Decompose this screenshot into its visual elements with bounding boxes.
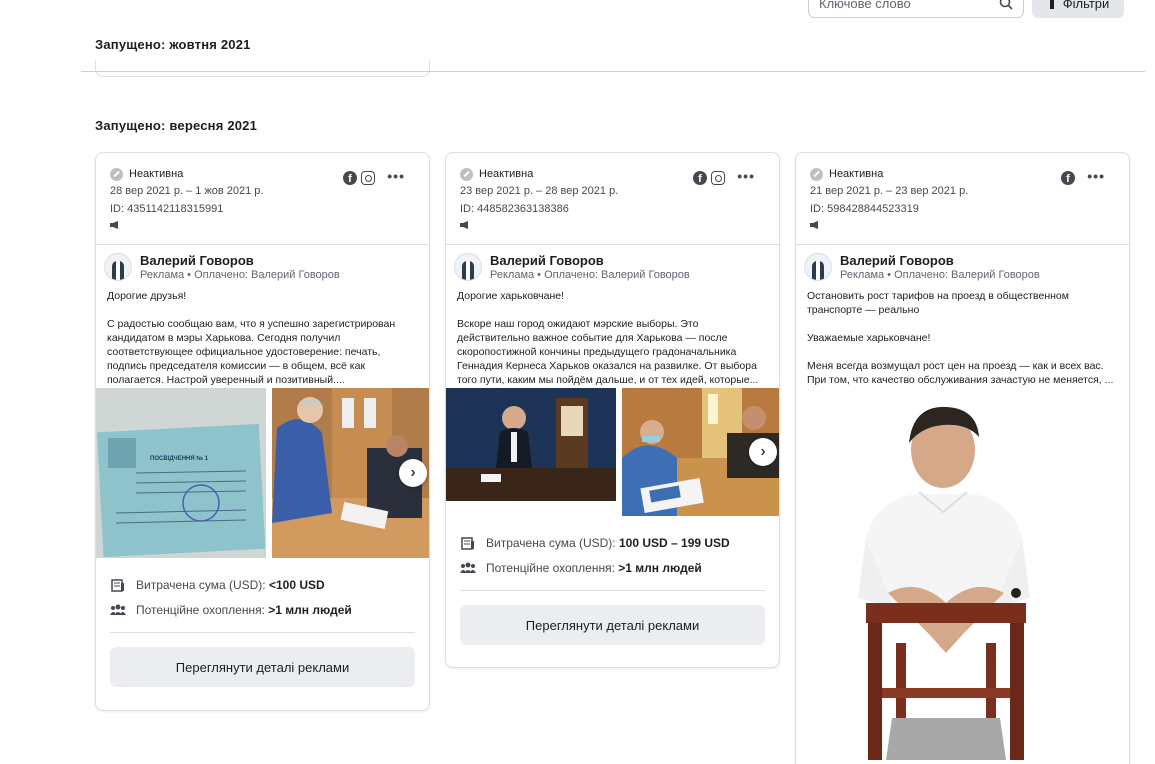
people-icon xyxy=(110,604,126,615)
ad-text-paragraph: Вскоре наш город ожидают мэрские выборы.… xyxy=(457,318,759,386)
search-icon xyxy=(999,0,1013,10)
people-icon xyxy=(460,562,476,573)
advertiser-row: Валерий Говоров Реклама • Оплачено: Вале… xyxy=(96,245,429,285)
sponsor-line: Реклама • Оплачено: Валерий Говоров xyxy=(140,269,340,281)
platform-icons: f xyxy=(693,171,725,185)
more-options-icon[interactable]: ••• xyxy=(737,169,755,183)
ad-text-paragraph: Уважаемые харьковчане! xyxy=(807,332,931,344)
ad-text-paragraph: Остановить рост тарифов на проезд в обще… xyxy=(807,290,1069,316)
reach-row: Потенційне охоплення: >1 млн людей xyxy=(460,555,765,580)
advertiser-name[interactable]: Валерий Говоров xyxy=(140,253,340,268)
ad-stats: Витрачена сума (USD): 100 USD – 199 USD … xyxy=(446,516,779,645)
section-title-september: Запущено: вересня 2021 xyxy=(95,118,258,133)
filters-button[interactable]: Фільтри xyxy=(1032,0,1124,18)
certificate-photo[interactable]: ПОСВІДЧЕННЯ № 1 xyxy=(96,388,266,558)
ad-card: Неактивна 21 вер 2021 р. – 23 вер 2021 р… xyxy=(795,152,1130,764)
advertiser-name[interactable]: Валерий Говоров xyxy=(840,253,1040,268)
ad-text-paragraph: С радостью сообщаю вам, что я успешно за… xyxy=(107,318,396,386)
run-dates: 28 вер 2021 р. – 1 жов 2021 р. xyxy=(110,185,264,197)
divider xyxy=(460,590,765,591)
section-title-october: Запущено: жовтня 2021 xyxy=(95,37,251,52)
filter-icon xyxy=(1049,0,1054,9)
platform-icons: f xyxy=(343,171,375,185)
megaphone-icon xyxy=(110,221,118,229)
view-ad-details-button[interactable]: Переглянути деталі реклами xyxy=(110,647,415,687)
reach-row: Потенційне охоплення: >1 млн людей xyxy=(110,597,415,622)
view-ad-details-button[interactable]: Переглянути деталі реклами xyxy=(460,605,765,645)
sponsor-line: Реклама • Оплачено: Валерий Говоров xyxy=(840,269,1040,281)
ad-card: Неактивна 23 вер 2021 р. – 28 вер 2021 р… xyxy=(445,152,780,668)
inactive-icon xyxy=(460,167,473,181)
ad-body-text: Дорогие харьковчане! Вскоре наш город ож… xyxy=(446,285,779,388)
ad-text-paragraph: Дорогие харьковчане! xyxy=(457,290,565,302)
run-dates: 23 вер 2021 р. – 28 вер 2021 р. xyxy=(460,185,619,197)
more-options-icon[interactable]: ••• xyxy=(1087,169,1105,183)
portrait-illustration xyxy=(796,388,1129,760)
card-header: Неактивна 21 вер 2021 р. – 23 вер 2021 р… xyxy=(796,153,1129,245)
top-toolbar: Ключове слово Фільтри xyxy=(808,0,1124,18)
avatar[interactable] xyxy=(454,253,482,281)
certificate-heading: ПОСВІДЧЕННЯ № 1 xyxy=(150,455,209,462)
ad-id: ID: 598428844523319 xyxy=(810,203,919,215)
ad-card: Неактивна 28 вер 2021 р. – 1 жов 2021 р.… xyxy=(95,152,430,711)
spend-row: Витрачена сума (USD): <100 USD xyxy=(110,572,415,597)
reach-label: Потенційне охоплення: xyxy=(486,560,615,575)
spend-icon xyxy=(111,578,124,592)
status-label: Неактивна xyxy=(829,168,884,180)
more-options-icon[interactable]: ••• xyxy=(387,169,405,183)
carousel-next-button[interactable]: › xyxy=(399,459,427,487)
search-placeholder: Ключове слово xyxy=(819,0,911,11)
status-label: Неактивна xyxy=(129,168,184,180)
avatar[interactable] xyxy=(104,253,132,281)
ad-text-paragraph: Дорогие друзья! xyxy=(107,290,187,302)
advertiser-name[interactable]: Валерий Говоров xyxy=(490,253,690,268)
card-header: Неактивна 23 вер 2021 р. – 28 вер 2021 р… xyxy=(446,153,779,245)
spend-row: Витрачена сума (USD): 100 USD – 199 USD xyxy=(460,530,765,555)
carousel-next-button[interactable]: › xyxy=(749,438,777,466)
facebook-icon: f xyxy=(693,171,707,185)
spend-icon xyxy=(461,536,474,550)
status-label: Неактивна xyxy=(479,168,534,180)
reach-value: >1 млн людей xyxy=(618,560,702,575)
avatar[interactable] xyxy=(804,253,832,281)
ad-text-paragraph: Меня всегда возмущал рост цен на проезд … xyxy=(807,360,1114,386)
divider xyxy=(110,632,415,633)
spend-label: Витрачена сума (USD): xyxy=(136,577,266,592)
filters-label: Фільтри xyxy=(1062,0,1110,11)
instagram-icon xyxy=(711,171,725,185)
search-input[interactable]: Ключове слово xyxy=(808,0,1024,18)
sponsor-line: Реклама • Оплачено: Валерий Говоров xyxy=(490,269,690,281)
inactive-icon xyxy=(810,167,823,181)
ad-id: ID: 4351142118315991 xyxy=(110,203,224,215)
spend-value: <100 USD xyxy=(268,577,325,592)
reach-label: Потенційне охоплення: xyxy=(136,602,265,617)
spend-value: 100 USD – 199 USD xyxy=(618,535,730,550)
previous-card-edge xyxy=(95,60,430,77)
reach-value: >1 млн людей xyxy=(268,602,352,617)
section-divider xyxy=(81,71,1145,72)
ad-body-text: Дорогие друзья! С радостью сообщаю вам, … xyxy=(96,285,429,388)
run-dates: 21 вер 2021 р. – 23 вер 2021 р. xyxy=(810,185,969,197)
card-header: Неактивна 28 вер 2021 р. – 1 жов 2021 р.… xyxy=(96,153,429,245)
image-carousel: ПОСВІДЧЕННЯ № 1 › xyxy=(96,388,429,558)
ad-stats: Витрачена сума (USD): <100 USD Потенційн… xyxy=(96,558,429,687)
megaphone-icon xyxy=(810,221,818,229)
facebook-icon: f xyxy=(343,171,357,185)
image-carousel: › xyxy=(446,388,779,516)
facebook-icon: f xyxy=(1061,171,1075,185)
ad-body-text: Остановить рост тарифов на проезд в обще… xyxy=(796,285,1129,388)
office-desk-photo[interactable] xyxy=(446,388,616,501)
spend-label: Витрачена сума (USD): xyxy=(486,535,616,550)
instagram-icon xyxy=(361,171,375,185)
advertiser-row: Валерий Говоров Реклама • Оплачено: Вале… xyxy=(446,245,779,285)
platform-icons: f xyxy=(1061,171,1075,185)
megaphone-icon xyxy=(460,221,468,229)
inactive-icon xyxy=(110,167,123,181)
portrait-photo[interactable] xyxy=(796,388,1129,760)
advertiser-row: Валерий Говоров Реклама • Оплачено: Вале… xyxy=(796,245,1129,285)
ad-id: ID: 448582363138386 xyxy=(460,203,569,215)
